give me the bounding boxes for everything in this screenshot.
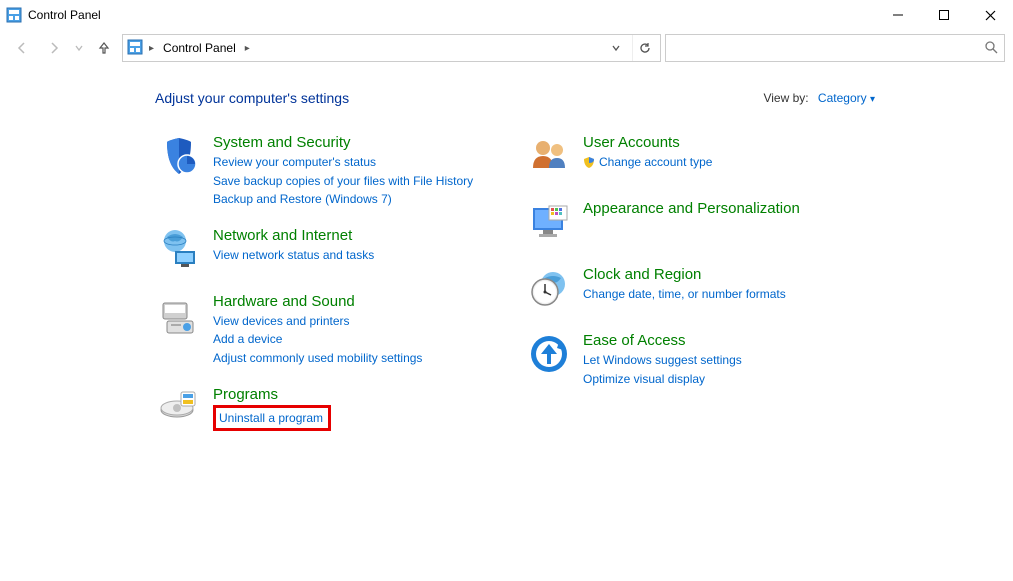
link-file-history[interactable]: Save backup copies of your files with Fi… xyxy=(213,172,473,191)
page-heading: Adjust your computer's settings xyxy=(155,90,349,106)
chevron-down-icon: ▾ xyxy=(870,94,875,105)
user-accounts-icon[interactable] xyxy=(525,134,573,182)
forward-button[interactable] xyxy=(40,34,68,62)
category-hardware: Hardware and Sound View devices and prin… xyxy=(155,293,485,368)
category-title[interactable]: Programs xyxy=(213,386,331,403)
link-uninstall-program[interactable]: Uninstall a program xyxy=(219,411,323,425)
link-mobility-settings[interactable]: Adjust commonly used mobility settings xyxy=(213,349,422,368)
hardware-icon[interactable] xyxy=(155,293,203,341)
close-button[interactable] xyxy=(967,0,1013,30)
search-icon[interactable] xyxy=(984,40,998,57)
category-title[interactable]: User Accounts xyxy=(583,134,712,151)
programs-icon[interactable] xyxy=(155,386,203,434)
category-title[interactable]: Hardware and Sound xyxy=(213,293,422,310)
navigation-bar: ▸ Control Panel ▸ xyxy=(0,30,1013,66)
highlight-annotation: Uninstall a program xyxy=(213,405,331,432)
content-area: Adjust your computer's settings View by:… xyxy=(0,66,1013,452)
recent-locations-button[interactable] xyxy=(72,34,86,62)
appearance-icon[interactable] xyxy=(525,200,573,248)
up-button[interactable] xyxy=(90,34,118,62)
control-panel-crumb-icon xyxy=(127,39,143,58)
search-box[interactable] xyxy=(665,34,1005,62)
link-review-status[interactable]: Review your computer's status xyxy=(213,153,473,172)
category-title[interactable]: Network and Internet xyxy=(213,227,374,244)
category-programs: Programs Uninstall a program xyxy=(155,386,485,434)
link-date-time-formats[interactable]: Change date, time, or number formats xyxy=(583,285,786,304)
system-security-icon[interactable] xyxy=(155,134,203,182)
minimize-button[interactable] xyxy=(875,0,921,30)
breadcrumb-separator-icon[interactable]: ▸ xyxy=(147,43,156,54)
address-history-button[interactable] xyxy=(604,35,628,61)
network-icon[interactable] xyxy=(155,227,203,275)
maximize-button[interactable] xyxy=(921,0,967,30)
category-appearance: Appearance and Personalization xyxy=(525,200,855,248)
breadcrumb-separator-icon[interactable]: ▸ xyxy=(243,43,252,54)
view-by-control[interactable]: View by: Category ▾ xyxy=(763,91,875,105)
category-clock-region: Clock and Region Change date, time, or n… xyxy=(525,266,855,314)
view-by-label: View by: xyxy=(763,91,808,105)
address-bar[interactable]: ▸ Control Panel ▸ xyxy=(122,34,661,62)
ease-of-access-icon[interactable] xyxy=(525,332,573,380)
link-change-account-type[interactable]: Change account type xyxy=(583,153,712,174)
category-title[interactable]: System and Security xyxy=(213,134,473,151)
link-suggest-settings[interactable]: Let Windows suggest settings xyxy=(583,351,742,370)
link-network-status[interactable]: View network status and tasks xyxy=(213,246,374,265)
category-column-left: System and Security Review your computer… xyxy=(155,134,485,452)
view-by-value[interactable]: Category ▾ xyxy=(818,91,875,105)
search-input[interactable] xyxy=(672,40,984,56)
link-add-device[interactable]: Add a device xyxy=(213,330,422,349)
back-button[interactable] xyxy=(8,34,36,62)
category-network: Network and Internet View network status… xyxy=(155,227,485,275)
category-ease-of-access: Ease of Access Let Windows suggest setti… xyxy=(525,332,855,388)
refresh-button[interactable] xyxy=(632,35,656,61)
uac-shield-icon xyxy=(583,155,595,174)
link-devices-printers[interactable]: View devices and printers xyxy=(213,312,422,331)
titlebar: Control Panel xyxy=(0,0,1013,30)
control-panel-app-icon xyxy=(6,7,22,23)
category-user-accounts: User Accounts Change account type xyxy=(525,134,855,182)
clock-icon[interactable] xyxy=(525,266,573,314)
breadcrumb-root[interactable]: Control Panel xyxy=(160,41,239,55)
link-backup-restore[interactable]: Backup and Restore (Windows 7) xyxy=(213,190,473,209)
window-title: Control Panel xyxy=(28,8,101,22)
category-title[interactable]: Appearance and Personalization xyxy=(583,200,800,217)
category-title[interactable]: Ease of Access xyxy=(583,332,742,349)
category-system-security: System and Security Review your computer… xyxy=(155,134,485,209)
category-column-right: User Accounts Change account type Appear… xyxy=(525,134,855,452)
link-optimize-display[interactable]: Optimize visual display xyxy=(583,370,742,389)
category-title[interactable]: Clock and Region xyxy=(583,266,786,283)
